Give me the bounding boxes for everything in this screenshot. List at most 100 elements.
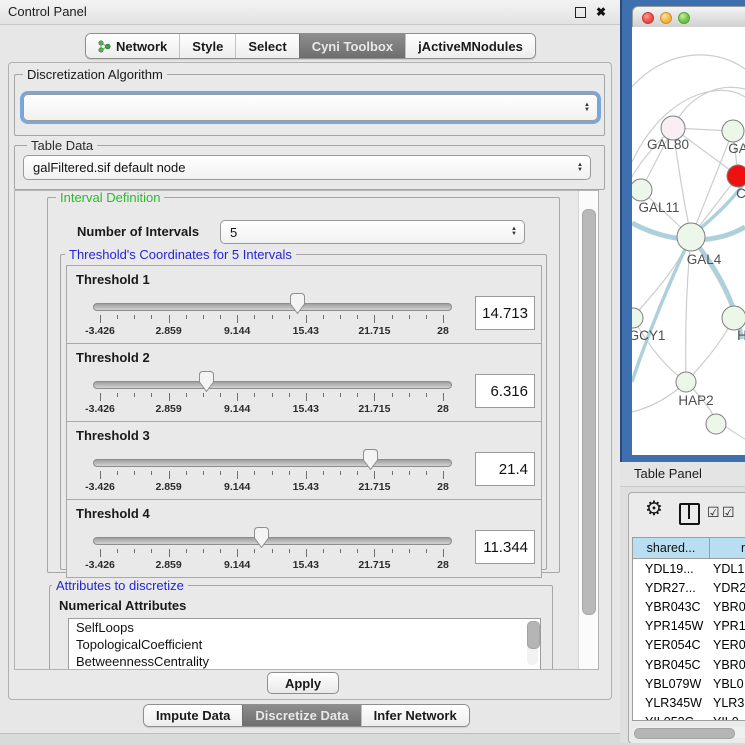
- cell-shared-name[interactable]: YDL19...: [633, 562, 710, 576]
- attribute-list-item[interactable]: TopologicalCoefficient: [69, 636, 540, 653]
- apply-button[interactable]: Apply: [267, 672, 339, 694]
- network-icon: [98, 40, 111, 53]
- number-of-intervals-combo[interactable]: 5 ▲▼: [220, 220, 525, 244]
- table-row[interactable]: YDL19...YDL1: [633, 559, 745, 578]
- threshold-label: Threshold 3: [76, 428, 150, 443]
- column-header-name[interactable]: na: [710, 538, 745, 558]
- minimize-traffic-light[interactable]: [660, 12, 672, 24]
- attribute-list-item[interactable]: BetweennessCentrality: [69, 653, 540, 669]
- table-data-group-title: Table Data: [27, 138, 97, 153]
- column-header-shared-name[interactable]: shared...: [633, 538, 710, 558]
- table-row[interactable]: YBR045CYBR0: [633, 655, 745, 674]
- tab-jactivemnodules[interactable]: jActiveMNodules: [405, 34, 535, 58]
- table-data-combo[interactable]: galFiltered.sif default node ▲▼: [23, 155, 591, 180]
- tab-infer-network[interactable]: Infer Network: [361, 705, 469, 726]
- cell-name[interactable]: YDL1: [710, 562, 744, 576]
- cell-name[interactable]: YER0: [710, 638, 745, 652]
- combo-arrows-icon: ▲▼: [511, 227, 517, 237]
- cell-name[interactable]: YLR3: [710, 696, 744, 710]
- cell-name[interactable]: YBR0: [710, 600, 745, 614]
- network-node[interactable]: [632, 308, 643, 328]
- cell-shared-name[interactable]: YBL079W: [633, 677, 710, 691]
- network-node-label: C: [736, 186, 745, 201]
- control-panel-tabbar: Network Style Select Cyni Toolbox jActiv…: [85, 33, 536, 59]
- table-panel-title: Table Panel: [634, 466, 702, 481]
- scrollbar-thumb[interactable]: [634, 728, 735, 739]
- network-node[interactable]: [722, 120, 744, 142]
- attributes-group: Attributes to discretize Numerical Attri…: [49, 585, 553, 669]
- node-table[interactable]: shared... na YDL19...YDL1YDR27...YDR2YBR…: [632, 537, 745, 721]
- threshold-slider-track[interactable]: [93, 381, 452, 389]
- network-window-titlebar[interactable]: [632, 6, 745, 29]
- zoom-traffic-light[interactable]: [678, 12, 690, 24]
- checkbox-icon[interactable]: ☑: [707, 504, 720, 521]
- network-node[interactable]: [676, 372, 696, 392]
- table-row[interactable]: YER054CYER0: [633, 636, 745, 655]
- tab-style[interactable]: Style: [179, 34, 235, 58]
- tab-impute-data[interactable]: Impute Data: [144, 705, 242, 726]
- threshold-value-field[interactable]: [475, 530, 535, 564]
- cell-shared-name[interactable]: YBR043C: [633, 600, 710, 614]
- cell-shared-name[interactable]: YDR27...: [633, 581, 710, 595]
- cell-shared-name[interactable]: YLR345W: [633, 696, 710, 710]
- scrollbar-thumb[interactable]: [527, 621, 540, 649]
- numerical-attributes-list[interactable]: SelfLoopsTopologicalCoefficientBetweenne…: [68, 618, 541, 669]
- close-traffic-light[interactable]: [642, 12, 654, 24]
- vertical-scrollbar[interactable]: [578, 191, 598, 669]
- table-row[interactable]: YIL052CYIL0: [633, 713, 745, 722]
- threshold-slider-thumb[interactable]: [254, 527, 269, 548]
- cell-name[interactable]: YDR2: [710, 581, 745, 595]
- table-row[interactable]: YPR145WYPR1: [633, 617, 745, 636]
- checkbox-icon[interactable]: ☑: [722, 504, 735, 521]
- attributes-list-scrollbar[interactable]: [527, 621, 538, 665]
- table-row[interactable]: YDR27...YDR2: [633, 578, 745, 597]
- gear-icon[interactable]: ⚙: [645, 499, 663, 519]
- threshold-value-field[interactable]: [475, 452, 535, 486]
- split-columns-icon[interactable]: [679, 503, 700, 525]
- tab-cyni-toolbox[interactable]: Cyni Toolbox: [299, 34, 405, 58]
- threshold-value-field[interactable]: [475, 296, 535, 330]
- cell-name[interactable]: YBR0: [710, 658, 745, 672]
- cell-name[interactable]: YBL0: [710, 677, 744, 691]
- cell-shared-name[interactable]: YPR145W: [633, 619, 710, 633]
- table-row[interactable]: YBR043CYBR0: [633, 597, 745, 616]
- horizontal-scrollbar[interactable]: [633, 727, 745, 738]
- threshold-slider-track[interactable]: [93, 537, 452, 545]
- table-panel-titlebar: Table Panel: [620, 462, 745, 487]
- network-node-label: GA: [728, 141, 745, 156]
- table-row[interactable]: YLR345WYLR3: [633, 693, 745, 712]
- threshold-slider-thumb[interactable]: [290, 293, 305, 314]
- network-node[interactable]: [677, 223, 705, 251]
- tab-network[interactable]: Network: [86, 34, 179, 58]
- network-node-label: GCY1: [632, 328, 665, 343]
- close-icon[interactable]: ✖: [596, 5, 606, 19]
- threshold-slider-track[interactable]: [93, 303, 452, 311]
- network-node[interactable]: [722, 306, 745, 330]
- network-node[interactable]: [706, 414, 726, 434]
- attributes-group-title: Attributes to discretize: [52, 578, 188, 593]
- network-canvas[interactable]: GAL80GACGAL11GAL4GCY1HHAP2: [632, 27, 745, 455]
- tab-select[interactable]: Select: [235, 34, 298, 58]
- network-node-label: GAL80: [647, 137, 689, 152]
- table-row[interactable]: YBL079WYBL0: [633, 674, 745, 693]
- tab-discretize-data[interactable]: Discretize Data: [242, 705, 360, 726]
- cell-name[interactable]: YPR1: [710, 619, 745, 633]
- algorithm-group-title: Discretization Algorithm: [23, 67, 167, 82]
- network-node[interactable]: [632, 179, 652, 201]
- threshold-slider-thumb[interactable]: [199, 371, 214, 392]
- scrollbar-thumb[interactable]: [582, 209, 596, 615]
- threshold-panel: Threshold 1 -3.4262.8599.14415.4321.7152…: [66, 265, 542, 344]
- float-window-icon[interactable]: [575, 7, 586, 18]
- cell-shared-name[interactable]: YIL052C: [633, 715, 710, 721]
- number-of-intervals-value: 5: [230, 225, 237, 240]
- attribute-list-item[interactable]: SelfLoops: [69, 619, 540, 636]
- cell-shared-name[interactable]: YBR045C: [633, 658, 710, 672]
- screen: Control Panel ✖ Network Style Select Cy: [0, 0, 745, 745]
- threshold-slider-thumb[interactable]: [363, 449, 378, 470]
- algorithm-combo[interactable]: ▲▼: [23, 94, 598, 121]
- cell-name[interactable]: YIL0: [710, 715, 739, 721]
- threshold-value-field[interactable]: [475, 374, 535, 408]
- network-node[interactable]: [727, 165, 745, 187]
- threshold-slider-track[interactable]: [93, 459, 452, 467]
- cell-shared-name[interactable]: YER054C: [633, 638, 710, 652]
